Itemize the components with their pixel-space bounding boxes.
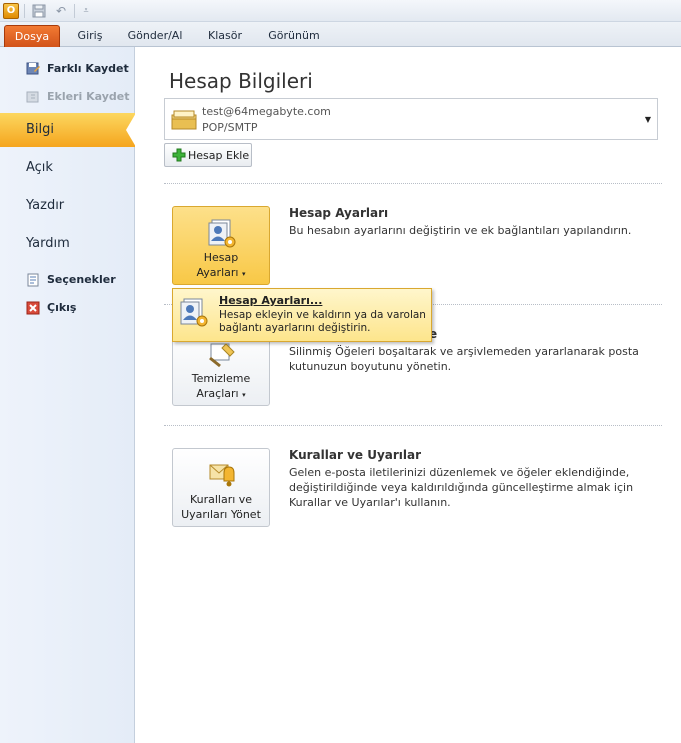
dropdown-arrow-icon: ▾ <box>242 391 246 399</box>
add-account-label: Hesap Ekle <box>188 149 250 162</box>
menu-item-title: Hesap Ayarları... <box>219 294 323 307</box>
exit-label: Çıkış <box>47 301 77 314</box>
save-icon[interactable] <box>32 4 46 18</box>
account-settings-menu-item[interactable]: Hesap Ayarları... Hesap ekleyin ve kaldı… <box>172 288 432 342</box>
save-attachments-icon <box>26 90 40 104</box>
customize-toolbar-icon[interactable]: ⩡ <box>79 4 93 18</box>
outlook-icon[interactable]: O <box>3 3 19 19</box>
tab-send-receive[interactable]: Gönder/Al <box>122 25 188 47</box>
ribbon-tabs: Dosya Giriş Gönder/Al Klasör Görünüm <box>0 22 681 47</box>
nav-item-info-label: Bilgi <box>26 122 55 137</box>
chevron-down-icon: ▼ <box>644 115 651 124</box>
cleanup-tools-line1: Temizleme <box>191 372 251 385</box>
save-as-button[interactable]: Farklı Kaydet <box>0 58 135 80</box>
options-label: Seçenekler <box>47 273 116 286</box>
save-attachments-label: Ekleri Kaydet <box>47 90 130 103</box>
account-selector[interactable]: test@64megabyte.com POP/SMTP ▼ <box>164 98 658 140</box>
cleanup-tools-line2: Araçları ▾ <box>173 387 269 400</box>
account-settings-line1: Hesap <box>203 251 239 264</box>
account-settings-button[interactable]: Hesap Ayarları ▾ <box>172 206 270 285</box>
toolbar-separator <box>74 4 75 18</box>
rules-alerts-title: Kurallar ve Uyarılar <box>289 448 422 462</box>
menu-item-desc: Hesap ekleyin ve kaldırın ya da varolan … <box>219 309 426 334</box>
section-divider <box>164 183 662 184</box>
section-divider <box>164 425 662 426</box>
undo-icon[interactable]: ↶ <box>54 4 68 18</box>
manage-rules-alerts-button[interactable]: Kuralları ve Uyarıları Yönet <box>172 448 270 527</box>
nav-item-help[interactable]: Yardım <box>0 227 135 261</box>
tab-folder[interactable]: Klasör <box>202 25 248 47</box>
account-settings-title: Hesap Ayarları <box>289 206 389 220</box>
cleanup-tools-icon <box>206 338 238 370</box>
rules-alerts-icon <box>206 459 238 491</box>
save-as-label: Farklı Kaydet <box>47 62 129 75</box>
account-settings-line2: Ayarları ▾ <box>173 266 269 279</box>
plus-icon <box>172 148 186 162</box>
mail-folder-icon <box>170 105 198 133</box>
manage-rules-line2: Uyarıları Yönet <box>181 508 261 521</box>
add-account-button[interactable]: Hesap Ekle <box>164 143 252 167</box>
exit-icon <box>26 301 40 315</box>
account-settings-desc: Bu hesabın ayarlarını değiştirin ve ek b… <box>289 224 632 237</box>
cleanup-tools-line2-text: Araçları <box>196 387 239 400</box>
account-email: test@64megabyte.com <box>202 105 331 118</box>
tab-home[interactable]: Giriş <box>70 25 110 47</box>
nav-item-info[interactable]: Bilgi <box>0 113 136 147</box>
account-type: POP/SMTP <box>202 121 258 134</box>
backstage-nav: Farklı Kaydet Ekleri Kaydet Bilgi Açık Y… <box>0 47 136 743</box>
account-info-panel: Hesap Bilgileri test@64megabyte.com POP/… <box>135 47 681 743</box>
nav-item-print[interactable]: Yazdır <box>0 189 135 223</box>
rules-alerts-desc: Gelen e-posta iletilerinizi düzenlemek v… <box>289 466 634 509</box>
tab-view[interactable]: Görünüm <box>262 25 326 47</box>
manage-rules-line1: Kuralları ve <box>189 493 253 506</box>
account-settings-line2-text: Ayarları <box>196 266 239 279</box>
save-attachments-button[interactable]: Ekleri Kaydet <box>0 86 135 108</box>
account-settings-icon <box>206 217 238 249</box>
options-icon <box>26 273 40 287</box>
exit-button[interactable]: Çıkış <box>0 297 135 319</box>
page-title: Hesap Bilgileri <box>169 69 313 93</box>
dropdown-arrow-icon: ▾ <box>241 270 246 278</box>
account-settings-icon <box>178 296 210 328</box>
cleanup-tools-desc: Silinmiş Öğeleri boşaltarak ve arşivleme… <box>289 345 639 373</box>
quick-access-toolbar: O ↶ ⩡ <box>0 0 681 22</box>
toolbar-separator <box>24 4 25 18</box>
nav-item-open[interactable]: Açık <box>0 151 135 185</box>
tab-file[interactable]: Dosya <box>4 25 60 47</box>
options-button[interactable]: Seçenekler <box>0 269 135 291</box>
save-as-icon <box>26 62 40 76</box>
